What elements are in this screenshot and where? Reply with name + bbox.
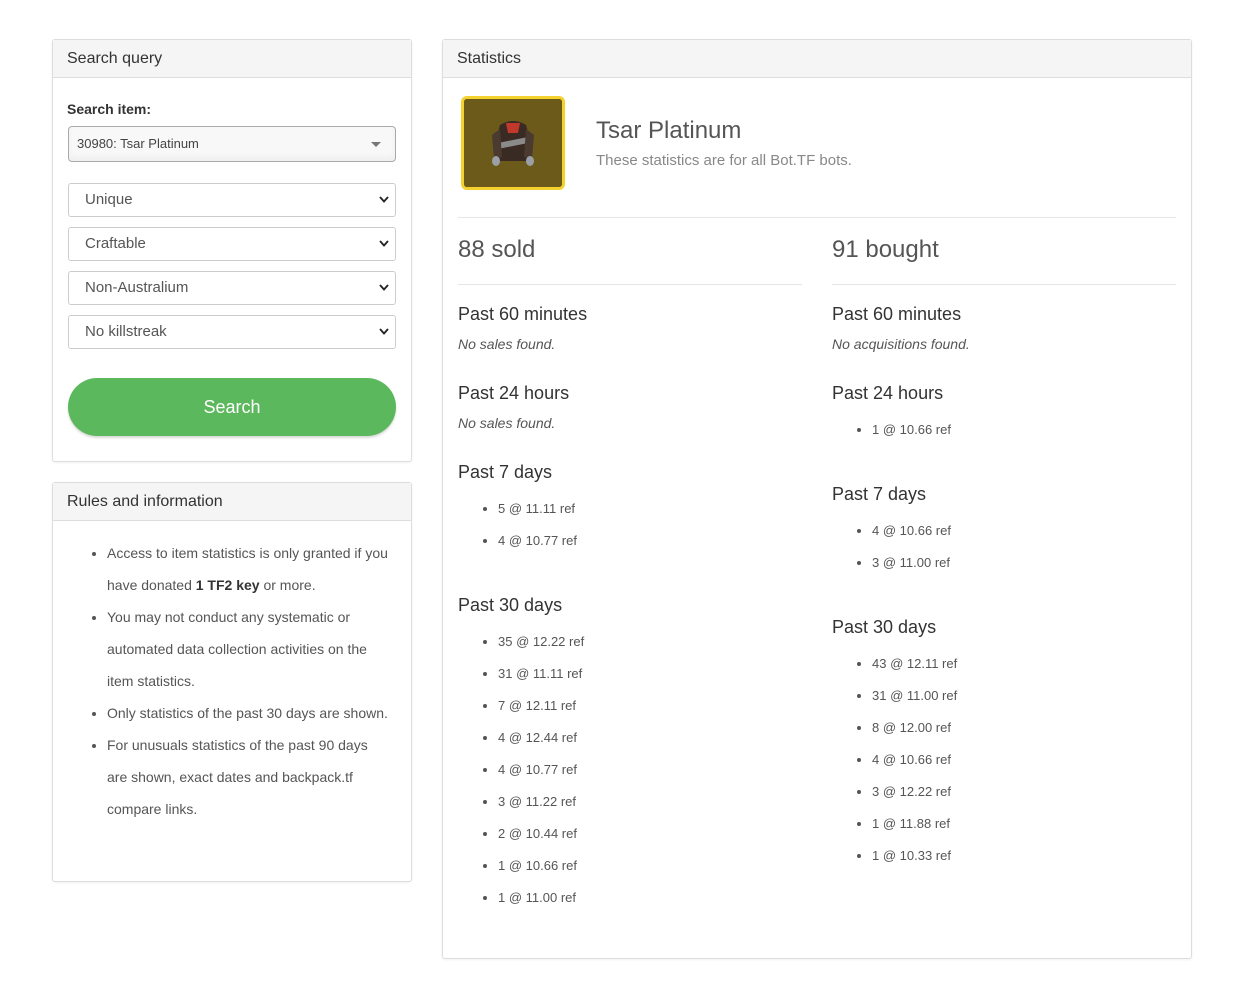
bought-headline: 91 bought — [832, 236, 939, 263]
craftable-select-value: Craftable — [85, 235, 146, 252]
list-item: 1 @ 10.66 ref — [498, 850, 584, 882]
list-item: 2 @ 10.44 ref — [498, 818, 584, 850]
bought-past-30-list: 43 @ 12.11 ref 31 @ 11.00 ref 8 @ 12.00 … — [832, 648, 957, 872]
list-item: 1 @ 10.66 ref — [872, 414, 951, 446]
rule-item: Access to item statistics is only grante… — [107, 537, 391, 601]
sold-past-7-list: 5 @ 11.11 ref 4 @ 10.77 ref — [458, 493, 577, 557]
list-item: 1 @ 11.88 ref — [872, 808, 957, 840]
donation-requirement: 1 TF2 key — [195, 577, 260, 593]
search-item-label: Search item: — [67, 101, 152, 117]
sold-past-24-title: Past 24 hours — [458, 383, 570, 403]
bought-past-7-list: 4 @ 10.66 ref 3 @ 11.00 ref — [832, 515, 951, 579]
list-item: 3 @ 11.00 ref — [872, 547, 951, 579]
search-query-panel: Search query Search item: 30980: Tsar Pl… — [52, 39, 412, 462]
sold-past-7-title: Past 7 days — [458, 462, 553, 482]
rules-heading: Rules and information — [53, 483, 411, 521]
list-item: 4 @ 12.44 ref — [498, 722, 584, 754]
rule-item: You may not conduct any systematic or au… — [107, 601, 391, 697]
craftable-select[interactable]: Craftable — [68, 227, 396, 261]
search-item-value: 30980: Tsar Platinum — [77, 136, 199, 151]
list-item: 31 @ 11.00 ref — [872, 680, 957, 712]
bought-past-60-empty: No acquisitions found. — [832, 336, 970, 352]
list-item: 3 @ 12.22 ref — [872, 776, 957, 808]
item-subtitle: These statistics are for all Bot.TF bots… — [596, 152, 852, 169]
divider — [458, 284, 802, 285]
list-item: 1 @ 11.00 ref — [498, 882, 584, 914]
chevron-down-icon — [379, 228, 389, 273]
list-item: 31 @ 11.11 ref — [498, 658, 584, 690]
bought-past-60-title: Past 60 minutes — [832, 304, 962, 324]
list-item: 4 @ 10.77 ref — [498, 754, 584, 786]
chevron-down-icon — [379, 272, 389, 317]
search-item-select[interactable]: 30980: Tsar Platinum — [68, 126, 396, 162]
rules-list: Access to item statistics is only grante… — [53, 537, 411, 825]
list-item: 5 @ 11.11 ref — [498, 493, 577, 525]
quality-select-value: Unique — [85, 191, 133, 208]
divider — [458, 217, 1176, 218]
chevron-down-icon — [379, 316, 389, 361]
bought-past-7-title: Past 7 days — [832, 484, 927, 504]
sold-past-30-title: Past 30 days — [458, 595, 563, 615]
bought-past-24-list: 1 @ 10.66 ref — [832, 414, 951, 446]
killstreak-select-value: No killstreak — [85, 323, 167, 340]
list-item: 4 @ 10.77 ref — [498, 525, 577, 557]
list-item: 3 @ 11.22 ref — [498, 786, 584, 818]
search-query-heading: Search query — [53, 40, 411, 78]
bought-past-24-title: Past 24 hours — [832, 383, 944, 403]
chevron-down-icon — [379, 184, 389, 229]
sold-past-30-list: 35 @ 12.22 ref 31 @ 11.11 ref 7 @ 12.11 … — [458, 626, 584, 914]
list-item: 35 @ 12.22 ref — [498, 626, 584, 658]
sold-headline: 88 sold — [458, 236, 536, 263]
rule-item: For unusuals statistics of the past 90 d… — [107, 729, 391, 825]
statistics-panel: Statistics Tsar Platinum These statistic… — [442, 39, 1192, 959]
rule-item: Only statistics of the past 30 days are … — [107, 697, 391, 729]
quality-select[interactable]: Unique — [68, 183, 396, 217]
caret-down-icon — [371, 142, 381, 147]
bought-past-30-title: Past 30 days — [832, 617, 937, 637]
search-button[interactable]: Search — [68, 378, 396, 436]
rules-panel: Rules and information Access to item sta… — [52, 482, 412, 882]
list-item: 43 @ 12.11 ref — [872, 648, 957, 680]
list-item: 4 @ 10.66 ref — [872, 515, 951, 547]
tsar-platinum-item-icon — [461, 96, 565, 190]
statistics-heading: Statistics — [443, 40, 1191, 78]
sold-past-60-empty: No sales found. — [458, 336, 556, 352]
list-item: 1 @ 10.33 ref — [872, 840, 957, 872]
australium-select-value: Non-Australium — [85, 279, 189, 296]
killstreak-select[interactable]: No killstreak — [68, 315, 396, 349]
sold-past-60-title: Past 60 minutes — [458, 304, 588, 324]
list-item: 4 @ 10.66 ref — [872, 744, 957, 776]
australium-select[interactable]: Non-Australium — [68, 271, 396, 305]
list-item: 8 @ 12.00 ref — [872, 712, 957, 744]
list-item: 7 @ 12.11 ref — [498, 690, 584, 722]
divider — [832, 284, 1176, 285]
sold-past-24-empty: No sales found. — [458, 415, 556, 431]
item-name: Tsar Platinum — [596, 117, 742, 144]
